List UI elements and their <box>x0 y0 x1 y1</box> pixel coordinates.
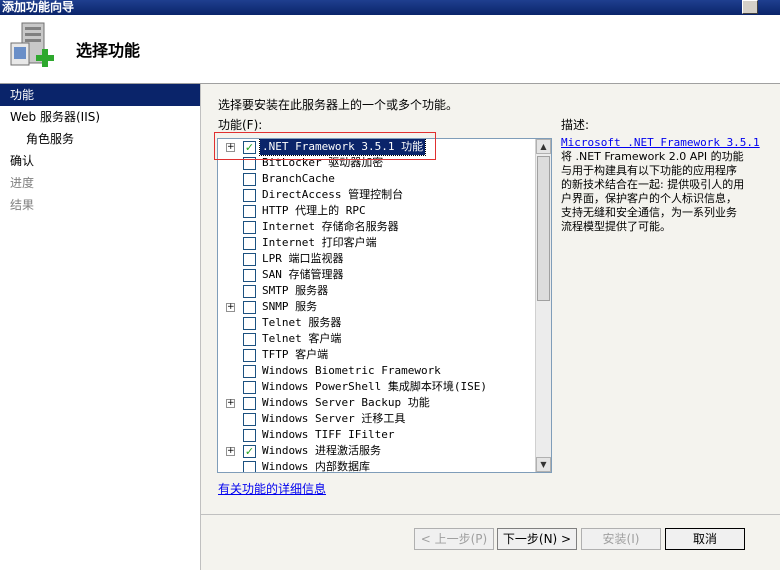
feature-checkbox[interactable] <box>243 157 256 170</box>
feature-row[interactable]: LPR 端口监视器 <box>218 251 551 267</box>
expand-icon[interactable]: + <box>226 143 235 152</box>
feature-row[interactable]: BranchCache <box>218 171 551 187</box>
feature-label: HTTP 代理上的 RPC <box>262 204 366 217</box>
feature-checkbox[interactable] <box>243 301 256 314</box>
feature-label: SMTP 服务器 <box>262 284 329 297</box>
feature-label: Telnet 客户端 <box>262 332 342 345</box>
feature-label: Windows PowerShell 集成脚本环境(ISE) <box>262 380 487 393</box>
install-button[interactable]: 安装(I) <box>581 528 661 550</box>
feature-row[interactable]: SAN 存储管理器 <box>218 267 551 283</box>
feature-row[interactable]: SMTP 服务器 <box>218 283 551 299</box>
feature-row[interactable]: TFTP 客户端 <box>218 347 551 363</box>
feature-checkbox[interactable] <box>243 333 256 346</box>
feature-label: BitLocker 驱动器加密 <box>262 156 384 169</box>
main-panel: 选择要安装在此服务器上的一个或多个功能。 功能(F): + ✓ .NET Fra… <box>201 84 780 570</box>
feature-checkbox[interactable] <box>243 461 256 472</box>
feature-checkbox[interactable] <box>243 173 256 186</box>
feature-row[interactable]: Telnet 客户端 <box>218 331 551 347</box>
feature-row[interactable]: Telnet 服务器 <box>218 315 551 331</box>
feature-row[interactable]: Windows 内部数据库 <box>218 459 551 473</box>
nav-item-confirm[interactable]: 确认 <box>0 150 200 172</box>
scroll-up-icon[interactable]: ▲ <box>536 139 551 154</box>
feature-checkbox[interactable] <box>243 189 256 202</box>
feature-label: Windows Server 迁移工具 <box>262 412 406 425</box>
feature-row[interactable]: Windows Server 迁移工具 <box>218 411 551 427</box>
wizard-nav: 功能 Web 服务器(IIS) 角色服务 确认 进度 结果 <box>0 84 201 570</box>
expand-icon[interactable]: + <box>226 303 235 312</box>
feature-checkbox[interactable] <box>243 429 256 442</box>
feature-checkbox[interactable] <box>243 285 256 298</box>
window-title-bar: 添加功能向导 <box>0 0 780 15</box>
feature-label: Windows Server Backup 功能 <box>262 396 430 409</box>
feature-checkbox[interactable] <box>243 205 256 218</box>
feature-label: Internet 存储命名服务器 <box>262 220 399 233</box>
nav-item-features[interactable]: 功能 <box>0 84 200 106</box>
feature-row[interactable]: Windows PowerShell 集成脚本环境(ISE) <box>218 379 551 395</box>
nav-item-web-server[interactable]: Web 服务器(IIS) <box>0 106 200 128</box>
feature-label: SNMP 服务 <box>262 300 318 313</box>
feature-checkbox[interactable] <box>243 269 256 282</box>
feature-checkbox[interactable]: ✓ <box>243 445 256 458</box>
feature-checkbox[interactable] <box>243 221 256 234</box>
description-text: 将 .NET Framework 2.0 API 的功能与用于构建具有以下功能的… <box>561 150 745 233</box>
cancel-button[interactable]: 取消 <box>665 528 745 550</box>
feature-row[interactable]: + ✓ .NET Framework 3.5.1 功能 <box>218 139 551 156</box>
nav-item-progress: 进度 <box>10 176 35 190</box>
feature-row[interactable]: + Windows Server Backup 功能 <box>218 395 551 411</box>
wizard-header: 选择功能 <box>0 15 780 84</box>
feature-label: Windows TIFF IFilter <box>262 428 395 441</box>
feature-label: BranchCache <box>262 172 335 185</box>
feature-row[interactable]: BitLocker 驱动器加密 <box>218 155 551 171</box>
features-scrollbar[interactable]: ▲ ▼ <box>535 139 551 472</box>
back-button[interactable]: < 上一步(P) <box>414 528 494 550</box>
description-link[interactable]: Microsoft .NET Framework 3.5.1 <box>561 136 760 149</box>
feature-row[interactable]: + SNMP 服务 <box>218 299 551 315</box>
expand-icon[interactable]: + <box>226 399 235 408</box>
feature-label: Internet 打印客户端 <box>262 236 377 249</box>
features-label: 功能(F): <box>218 118 263 132</box>
feature-checkbox[interactable] <box>243 237 256 250</box>
nav-item-role-services[interactable]: 角色服务 <box>0 128 200 150</box>
feature-label: .NET Framework 3.5.1 功能 <box>258 139 427 156</box>
footer-divider <box>201 514 780 515</box>
feature-label: SAN 存储管理器 <box>262 268 344 281</box>
feature-row[interactable]: + ✓ Windows 进程激活服务 <box>218 443 551 459</box>
feature-row[interactable]: DirectAccess 管理控制台 <box>218 187 551 203</box>
nav-item-results: 结果 <box>10 198 35 212</box>
feature-checkbox[interactable] <box>243 413 256 426</box>
feature-label: TFTP 客户端 <box>262 348 329 361</box>
scroll-down-icon[interactable]: ▼ <box>536 457 551 472</box>
feature-row[interactable]: Internet 打印客户端 <box>218 235 551 251</box>
next-button[interactable]: 下一步(N) > <box>497 528 577 550</box>
features-tree[interactable]: + ✓ .NET Framework 3.5.1 功能 BitLocker 驱动… <box>217 138 552 473</box>
feature-label: DirectAccess 管理控制台 <box>262 188 404 201</box>
prompt-text: 选择要安装在此服务器上的一个或多个功能。 <box>218 98 459 112</box>
window-title: 添加功能向导 <box>2 0 75 14</box>
feature-checkbox[interactable] <box>243 317 256 330</box>
server-add-icon <box>10 22 54 67</box>
feature-label: Windows Biometric Framework <box>262 364 441 377</box>
more-info-link[interactable]: 有关功能的详细信息 <box>218 480 326 497</box>
description-title: 描述: <box>561 118 590 132</box>
feature-checkbox[interactable] <box>243 253 256 266</box>
feature-row[interactable]: Windows TIFF IFilter <box>218 427 551 443</box>
feature-label: Windows 内部数据库 <box>262 460 370 473</box>
feature-checkbox[interactable] <box>243 397 256 410</box>
feature-checkbox[interactable] <box>243 365 256 378</box>
page-title: 选择功能 <box>76 41 141 60</box>
scroll-thumb[interactable] <box>537 156 550 301</box>
feature-row[interactable]: HTTP 代理上的 RPC <box>218 203 551 219</box>
close-button[interactable] <box>742 0 758 14</box>
feature-row[interactable]: Windows Biometric Framework <box>218 363 551 379</box>
feature-checkbox[interactable] <box>243 349 256 362</box>
feature-checkbox[interactable]: ✓ <box>243 141 256 154</box>
feature-label: Telnet 服务器 <box>262 316 342 329</box>
feature-label: LPR 端口监视器 <box>262 252 344 265</box>
expand-icon[interactable]: + <box>226 447 235 456</box>
feature-label: Windows 进程激活服务 <box>262 444 381 457</box>
feature-checkbox[interactable] <box>243 381 256 394</box>
feature-row[interactable]: Internet 存储命名服务器 <box>218 219 551 235</box>
